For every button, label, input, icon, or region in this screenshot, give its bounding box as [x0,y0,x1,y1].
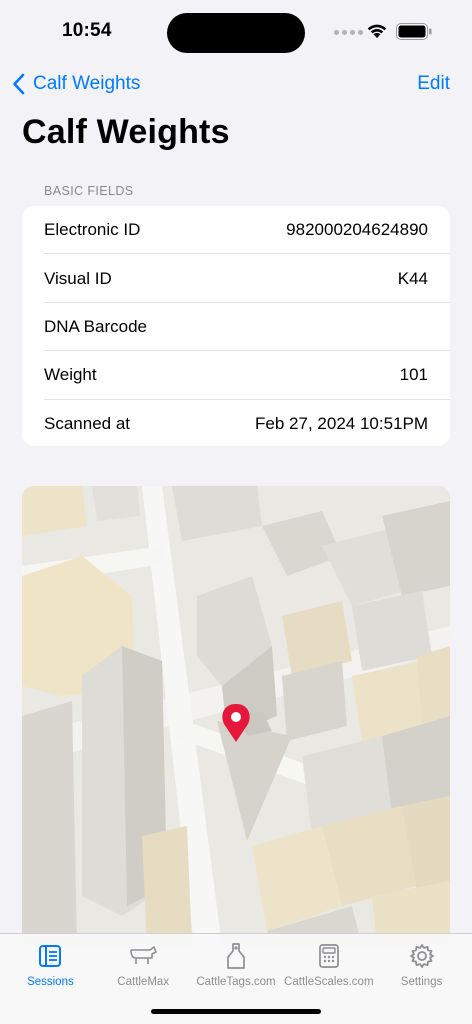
row-label: Visual ID [44,268,112,288]
wifi-icon [367,24,387,38]
page-title: Calf Weights [22,113,230,151]
row-value: Feb 27, 2024 10:51PM [255,413,428,433]
row-scanned-at[interactable]: Scanned at Feb 27, 2024 10:51PM [22,400,450,446]
tab-label: Settings [400,976,443,988]
row-label: DNA Barcode [44,316,147,336]
cattlemax-icon [130,946,157,964]
row-visual-id[interactable]: Visual ID K44 [22,254,450,304]
tab-label: Sessions [27,976,74,988]
basic-fields-card: Electronic ID 982000204624890 Visual ID … [22,206,450,446]
tab-cattlemax[interactable]: CattleMax [97,934,190,988]
row-value: K44 [397,268,428,288]
cattletags-icon [227,943,245,969]
row-value: 982000204624890 [286,220,428,240]
back-label: Calf Weights [33,73,141,94]
row-label: Electronic ID [44,220,141,240]
battery-icon [396,23,432,40]
sessions-icon [39,945,62,967]
gear-icon [409,944,434,968]
tab-settings[interactable]: Settings [375,934,468,988]
tab-label: CattleScales.com [284,976,374,988]
back-button[interactable]: Calf Weights [12,70,140,98]
section-header: BASIC FIELDS [44,184,134,198]
row-value: 101 [399,365,428,385]
status-time: 10:54 [62,20,112,41]
row-label: Scanned at [44,413,131,433]
home-indicator [151,1009,321,1014]
tab-cattletags[interactable]: CattleTags.com [190,934,283,988]
tab-sessions[interactable]: Sessions [4,934,97,988]
dynamic-island [167,13,305,53]
chevron-left-icon [13,73,25,95]
edit-button[interactable]: Edit [417,73,450,95]
cattlescales-icon [318,944,339,968]
cellular-signal-icon [334,30,363,35]
tab-label: CattleMax [117,976,170,988]
row-label: Weight [44,365,97,385]
row-weight[interactable]: Weight 101 [22,351,450,400]
tab-cattlescales[interactable]: CattleScales.com [282,934,375,988]
location-map[interactable] [22,486,450,946]
status-bar: 10:54 [0,0,472,64]
row-electronic-id[interactable]: Electronic ID 982000204624890 [22,206,450,255]
row-dna-barcode[interactable]: DNA Barcode [22,303,450,352]
tab-label: CattleTags.com [196,976,276,988]
map-view [22,486,450,946]
